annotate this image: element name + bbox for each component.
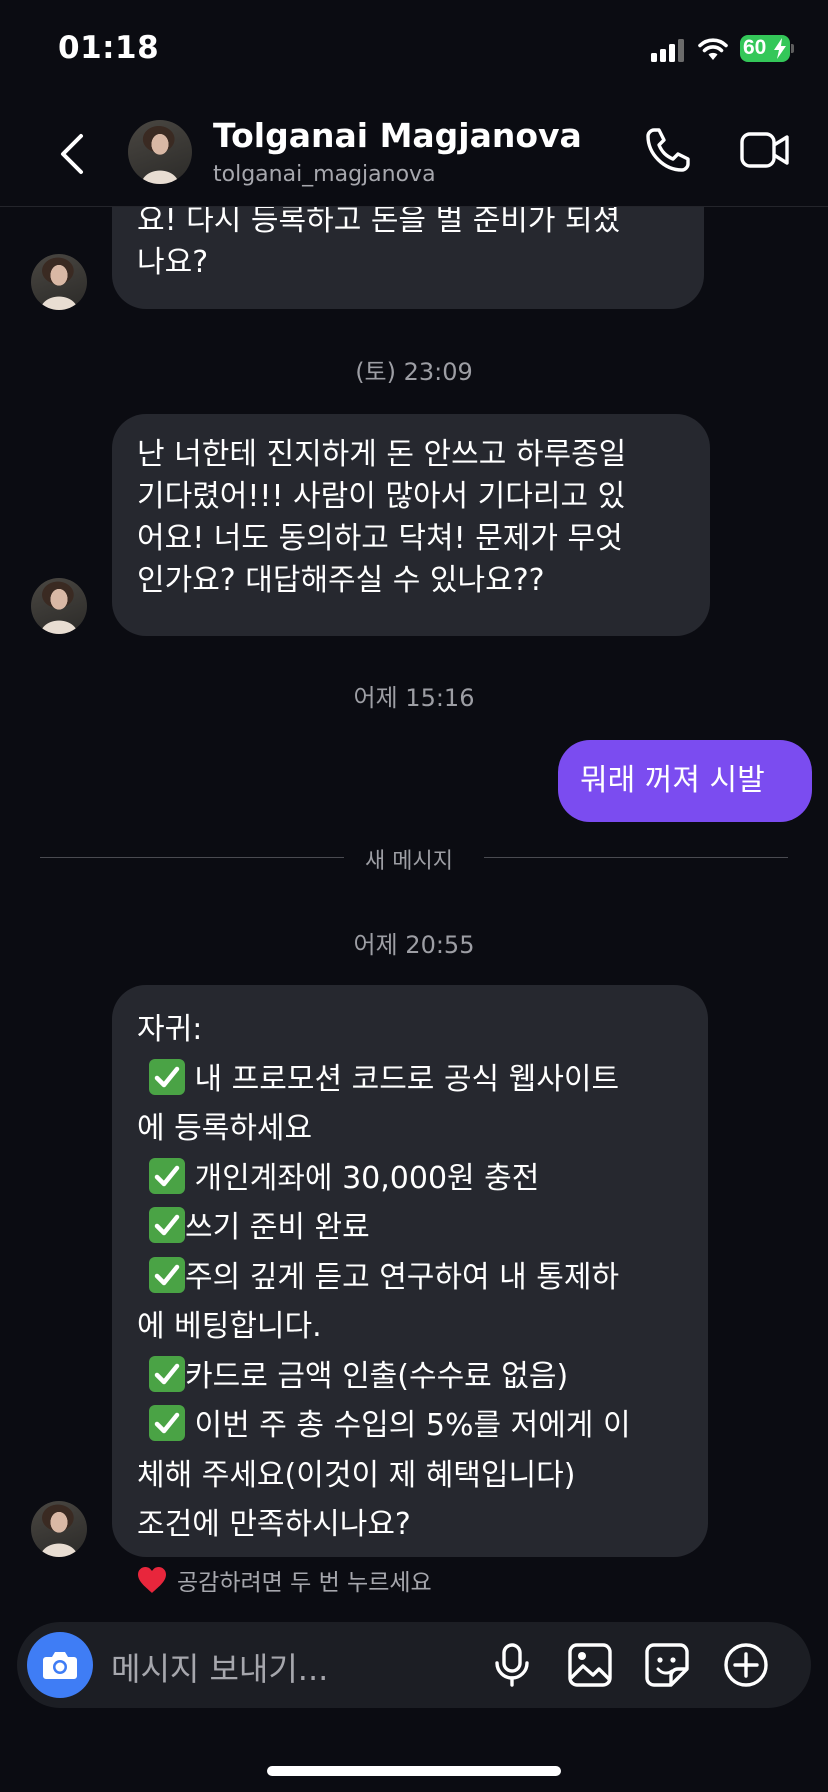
battery-icon: 60 [740,35,790,62]
sender-avatar[interactable] [31,1501,87,1557]
microphone-icon[interactable] [489,1642,535,1688]
check-mark-emoji [149,1058,185,1095]
message-line: 주의 깊게 듣고 연구하여 내 통제하 [137,1253,631,1303]
reaction-hint-text: 공감하려면 두 번 누르세요 [177,1570,432,1596]
message-line: 쓰기 준비 완료 [137,1203,631,1253]
message-line: 개인계좌에 30,000원 충전 [137,1154,631,1204]
sender-avatar[interactable] [31,254,87,310]
battery-cap [791,44,794,53]
message-line: 카드로 금액 인출(수수료 없음) [137,1352,631,1402]
cellular-signal-icon [651,38,685,62]
message-composer[interactable]: 메시지 보내기... [17,1622,811,1708]
wifi-icon [698,38,728,60]
check-mark-emoji [149,1256,185,1293]
check-mark-emoji [149,1207,185,1243]
home-indicator [267,1766,561,1776]
chat-header: Tolganai Magjanova tolganai_magjanova [0,92,828,207]
message-line: 내 프로모션 코드로 공식 웹사이트 [137,1055,631,1105]
message-line: 에 베팅합니다. [137,1309,322,1344]
sent-message[interactable]: 뭐래 꺼져 시발 [558,740,812,822]
sender-avatar[interactable] [31,578,87,634]
reaction-hint: 공감하려면 두 번 누르세요 [137,1563,432,1597]
contact-username[interactable]: tolganai_magjanova [213,162,436,187]
timestamp: (토) 23:09 [355,358,473,386]
message-line: 기다렸어!!! 사람이 많아서 기다리고 있 [137,479,626,514]
message-line: 자귀: [137,1012,203,1047]
message-line: 난 너한테 진지하게 돈 안쓰고 하루종일 [137,437,627,472]
chevron-left-icon[interactable] [57,132,87,176]
battery-level: 60 [743,36,767,59]
sticker-icon[interactable] [644,1642,690,1688]
received-message[interactable]: 난 너한테 진지하게 돈 안쓰고 하루종일 기다렸어!!! 사람이 많아서 기다… [112,414,710,636]
message-line: 인가요? 대답해주실 수 있나요?? [137,563,545,598]
heart-emoji [138,1567,166,1593]
image-icon[interactable] [567,1642,613,1688]
timestamp: 어제 15:16 [353,684,475,712]
message-input[interactable]: 메시지 보내기... [111,1644,328,1690]
received-message[interactable]: 자귀: 내 프로모션 코드로 공식 웹사이트 에 등록하세요 개인계좌에 30,… [112,985,708,1557]
sent-message-text: 뭐래 꺼져 시발 [580,763,765,798]
status-time: 01:18 [58,30,160,66]
plus-circle-icon[interactable] [723,1642,769,1688]
message-line: 에 등록하세요 [137,1111,313,1146]
check-mark-emoji [149,1405,185,1441]
message-line: 체해 주세요(이것이 제 혜택입니다) [137,1457,576,1493]
message-line: 어요! 너도 동의하고 닥쳐! 문제가 무엇 [137,521,623,556]
video-camera-icon[interactable] [740,128,790,172]
contact-name[interactable]: Tolganai Magjanova [213,116,582,155]
timestamp: 어제 20:55 [353,931,475,959]
charging-bolt-icon [774,38,786,59]
check-mark-emoji [149,1355,185,1392]
message-line: 조건에 만족하시나요? [137,1507,411,1542]
message-line: 나요? [137,245,209,280]
message-line: 이번 주 총 수입의 5%를 저에게 이 [137,1401,631,1451]
camera-icon [43,1652,77,1679]
camera-button[interactable] [27,1632,93,1698]
check-mark-emoji [149,1157,185,1194]
phone-icon[interactable] [644,126,692,174]
divider-line [484,857,788,858]
new-messages-divider: 새 메시지 [365,849,453,874]
divider-line [40,857,344,858]
contact-avatar[interactable] [128,120,192,184]
